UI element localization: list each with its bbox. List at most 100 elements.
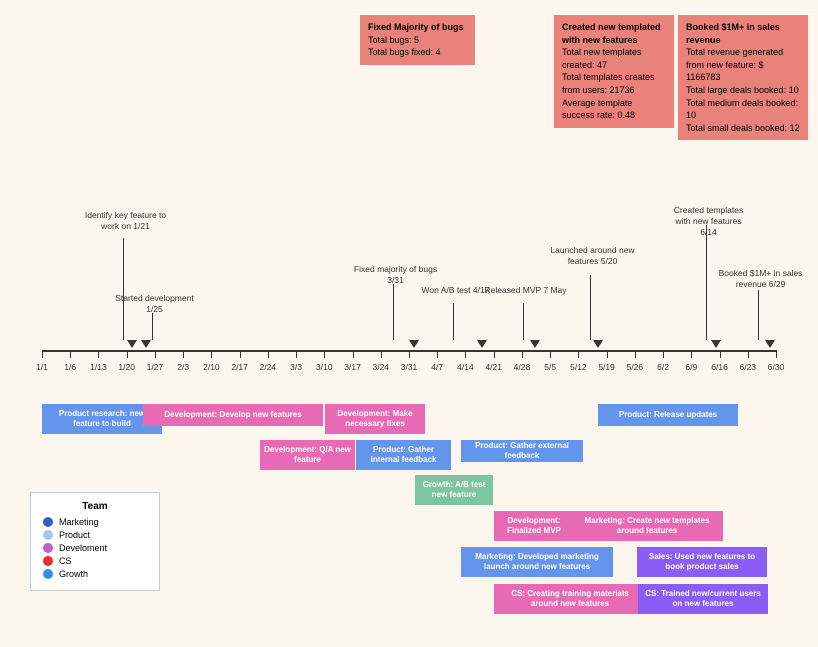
- legend-title: Team: [43, 501, 147, 512]
- event-line-7: [758, 290, 759, 340]
- event-label-ev2: Started development 1/25: [112, 293, 197, 315]
- legend-item-marketing: Marketing: [43, 517, 147, 527]
- timeline-date-label: 6/16: [711, 362, 728, 372]
- task-bar-t2: Development: Develop new features: [143, 404, 323, 426]
- timeline-arrow-6: [711, 340, 721, 348]
- timeline-tick: [211, 350, 212, 358]
- timeline-tick: [70, 350, 71, 358]
- timeline-tick: [183, 350, 184, 358]
- timeline-arrow-0: [127, 340, 137, 348]
- card-line: Total large deals booked: 10: [686, 85, 799, 95]
- timeline-tick: [268, 350, 269, 358]
- task-bar-t13: CS: Creating training materials around n…: [494, 584, 646, 614]
- task-bar-t11: Marketing: Developed marketing launch ar…: [461, 547, 613, 577]
- timeline-date-label: 2/24: [260, 362, 277, 372]
- timeline-tick: [296, 350, 297, 358]
- timeline-tick: [522, 350, 523, 358]
- timeline-date-label: 6/30: [768, 362, 785, 372]
- event-line-2: [393, 284, 394, 340]
- legend-dot: [43, 543, 53, 553]
- timeline-date-label: 3/17: [344, 362, 361, 372]
- legend-label: Marketing: [59, 517, 99, 527]
- timeline-date-label: 5/26: [627, 362, 644, 372]
- event-label-ev5: Released MVP 7 May: [483, 285, 568, 296]
- task-bar-t9: Development: Finalized MVP: [494, 511, 574, 541]
- event-line-0: [123, 238, 124, 340]
- timeline-arrow-5: [593, 340, 603, 348]
- legend-dot: [43, 517, 53, 527]
- timeline-date-label: 3/10: [316, 362, 333, 372]
- legend-label: Product: [59, 530, 90, 540]
- timeline-arrow-3: [477, 340, 487, 348]
- timeline-date-label: 5/12: [570, 362, 587, 372]
- task-bar-t4: Product: Release updates: [598, 404, 738, 426]
- card-line: Total revenue generated from new feature…: [686, 47, 783, 82]
- card-title: Fixed Majority of bugs: [368, 22, 464, 32]
- event-line-3: [453, 303, 454, 340]
- timeline-date-label: 4/14: [457, 362, 474, 372]
- task-bar-t6: Product: Gather internal feedback: [356, 440, 451, 470]
- timeline-date-label: 5/19: [598, 362, 615, 372]
- event-label-ev3: Fixed majority of bugs 3/31: [353, 264, 438, 286]
- task-bar-t12: Sales: Used new features to book product…: [637, 547, 767, 577]
- legend-dot: [43, 556, 53, 566]
- timeline-date-label: 4/28: [514, 362, 531, 372]
- timeline-date-label: 6/2: [657, 362, 669, 372]
- timeline-date-label: 4/21: [485, 362, 502, 372]
- timeline-tick: [691, 350, 692, 358]
- timeline-date-label: 2/3: [177, 362, 189, 372]
- card-line: Total bugs fixed: 4: [368, 47, 441, 57]
- timeline-date-label: 3/3: [290, 362, 302, 372]
- timeline-date-label: 4/7: [431, 362, 443, 372]
- event-line-6: [706, 225, 707, 340]
- timeline-date-label: 2/10: [203, 362, 220, 372]
- timeline-tick: [98, 350, 99, 358]
- timeline-date-label: 6/23: [739, 362, 756, 372]
- card-line: Average template success rate: 0.48: [562, 98, 635, 121]
- timeline-tick: [607, 350, 608, 358]
- card-line: Total bugs: 5: [368, 35, 419, 45]
- timeline-tick: [42, 350, 43, 358]
- timeline-date-label: 1/27: [147, 362, 164, 372]
- timeline-tick: [353, 350, 354, 358]
- legend: Team Marketing Product Develoment CS Growth: [30, 492, 160, 591]
- task-bar-t14: CS: Trained new/current users on new fea…: [638, 584, 768, 614]
- legend-label: Growth: [59, 569, 88, 579]
- timeline-arrow-4: [530, 340, 540, 348]
- card-title: Booked $1M+ in sales revenue: [686, 22, 780, 45]
- legend-dot: [43, 530, 53, 540]
- timeline-tick: [550, 350, 551, 358]
- info-card-card3: Booked $1M+ in sales revenueTotal revenu…: [678, 15, 808, 140]
- timeline-tick: [578, 350, 579, 358]
- timeline-tick: [748, 350, 749, 358]
- task-bar-t3: Development: Make necessary fixes: [325, 404, 425, 434]
- timeline-date-label: 2/17: [231, 362, 248, 372]
- info-card-card2: Created new templated with new featuresT…: [554, 15, 674, 128]
- legend-item-growth: Growth: [43, 569, 147, 579]
- legend-item-develoment: Develoment: [43, 543, 147, 553]
- timeline-date-label: 6/9: [685, 362, 697, 372]
- task-bar-t7: Product: Gather external feedback: [461, 440, 583, 462]
- timeline-tick: [155, 350, 156, 358]
- event-line-5: [590, 275, 591, 340]
- timeline-tick: [776, 350, 777, 358]
- timeline-tick: [240, 350, 241, 358]
- legend-item-product: Product: [43, 530, 147, 540]
- event-label-ev7: Created templates with new features 6/14: [666, 205, 751, 238]
- timeline-tick: [324, 350, 325, 358]
- card-line: Total templates creates from users: 2173…: [562, 72, 655, 95]
- timeline-tick: [381, 350, 382, 358]
- timeline-tick: [720, 350, 721, 358]
- timeline-date-label: 3/31: [401, 362, 418, 372]
- event-label-ev6: Launched around new features 5/20: [550, 245, 635, 267]
- timeline-arrow-7: [765, 340, 775, 348]
- legend-label: CS: [59, 556, 72, 566]
- timeline-arrow-2: [409, 340, 419, 348]
- timeline-tick: [465, 350, 466, 358]
- timeline-tick: [437, 350, 438, 358]
- timeline-tick: [494, 350, 495, 358]
- event-label-ev8: Booked $1M+ in sales revenue 6/29: [718, 268, 803, 290]
- timeline-tick: [663, 350, 664, 358]
- legend-dot: [43, 569, 53, 579]
- timeline-date-label: 1/13: [90, 362, 107, 372]
